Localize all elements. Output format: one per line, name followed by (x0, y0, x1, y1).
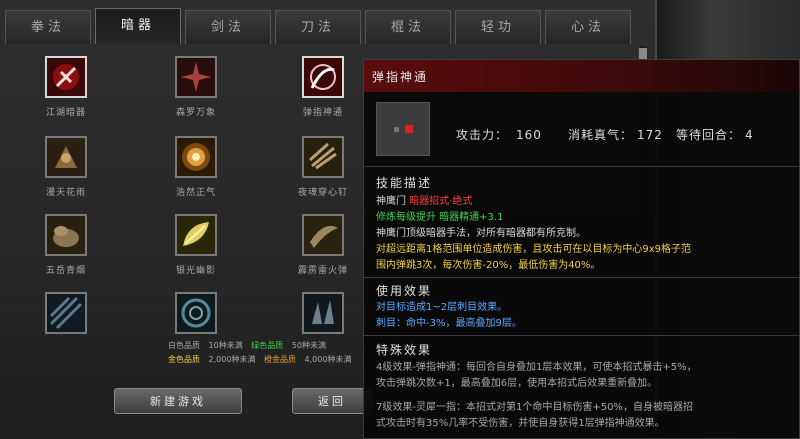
skill-name: 江湖暗器 (45, 108, 86, 118)
skill-item[interactable]: 霹雳雷火弹 (280, 214, 366, 276)
stat-value: 4,000种未满 (304, 355, 352, 364)
tab-inner-art[interactable]: 心法 (545, 10, 631, 44)
skill-item[interactable]: 森罗万象 (153, 56, 239, 118)
tab-sword[interactable]: 剑法 (185, 10, 271, 44)
cost-label: 消耗真气： (568, 128, 634, 142)
skill-item[interactable]: 五岳青烟 (23, 214, 109, 276)
blade-icon (302, 214, 344, 256)
special-effect-1a: 4级效果-弹指神通：每回合自身叠加1层本效果，可使本招式暴击+5%， (376, 362, 697, 373)
wait-value: 4 (745, 128, 754, 142)
skill-name: 弹指神通 (302, 108, 343, 118)
skill-item[interactable]: 银光幽影 (153, 214, 239, 276)
tab-hidden-weapon[interactable]: 暗器 (95, 8, 181, 44)
desc-school: 神鹰门 (376, 196, 406, 207)
skill-name: 五岳青烟 (45, 266, 86, 276)
use-effect-2: 刺目：命中-3%，最高叠加9层。 (376, 318, 522, 329)
shards-icon (302, 292, 344, 334)
flower-rain-icon (45, 136, 87, 178)
caster-marker (394, 127, 399, 132)
divider (364, 277, 799, 278)
tab-blade[interactable]: 刀法 (275, 10, 361, 44)
attack-value: 160 (516, 128, 542, 142)
wait-stat: 等待回合： 4 (676, 126, 754, 143)
use-header: 使用效果 (376, 284, 433, 298)
skill-item[interactable] (280, 292, 366, 334)
target-marker (405, 125, 413, 133)
divider (364, 335, 799, 336)
divider (364, 166, 799, 167)
golden-leaf-icon (175, 214, 217, 256)
tab-staff[interactable]: 棍法 (365, 10, 451, 44)
back-button[interactable]: 返回 (292, 388, 372, 414)
skill-name: 漫天花雨 (45, 188, 86, 198)
cost-value: 172 (637, 128, 663, 142)
special-effect-2b: 式攻击时有35%几率不受伤害，并使自身获得1层弹指神通效果。 (376, 418, 665, 429)
tab-fist[interactable]: 拳法 (5, 10, 91, 44)
tooltip-title: 弹指神通 (372, 70, 429, 84)
spiral-icon (175, 292, 217, 334)
stat-label: 橙金品质 (264, 355, 296, 364)
skill-item[interactable]: 夜魂穿心钉 (280, 136, 366, 198)
attack-label: 攻击力： (456, 128, 509, 142)
desc-type: 暗器招式·绝式 (409, 196, 473, 207)
desc-school-line: 神鹰门 暗器招式·绝式 (376, 194, 472, 210)
feather-red-icon (45, 56, 87, 98)
desc-effect-2: 围内弹跳3次，每次伤害-20%，最低伤害为40%。 (376, 260, 601, 271)
quality-stats: 白色品质 10种未满 绿色品质 50种未满 金色品质 2,000种未满 橙金品质… (168, 339, 357, 367)
smoke-icon (45, 214, 87, 256)
skill-item[interactable]: 弹指神通 (280, 56, 366, 118)
skill-item[interactable]: 浩然正气 (153, 136, 239, 198)
stat-label: 绿色品质 (251, 341, 284, 350)
skill-item[interactable] (153, 292, 239, 334)
range-grid-icon (376, 102, 430, 156)
skill-name: 森罗万象 (175, 108, 216, 118)
skill-name: 浩然正气 (175, 188, 216, 198)
stat-label: 金色品质 (168, 355, 200, 364)
skill-tooltip: 弹指神通 攻击力： 160 消耗真气： 172 等待回合： 4 技能描述 神鹰门 暗器… (363, 59, 800, 439)
tab-lightness[interactable]: 轻功 (455, 10, 541, 44)
skill-item[interactable] (23, 292, 109, 334)
use-effect-1: 对目标造成1~2层刺目效果。 (376, 302, 508, 313)
finger-flick-icon (302, 56, 344, 98)
special-effect-2a: 7级效果-灵犀一指：本招式对第1个命中目标伤害+50%，自身被暗器招 (376, 402, 693, 413)
skill-name: 银光幽影 (175, 266, 216, 276)
arrow-spikes-icon (302, 136, 344, 178)
skill-name: 夜魂穿心钉 (297, 188, 348, 198)
special-header: 特殊效果 (376, 343, 433, 357)
stat-value: 10种未满 (208, 341, 243, 350)
cost-stat: 消耗真气： 172 (568, 126, 663, 143)
skill-item[interactable]: 江湖暗器 (23, 56, 109, 118)
golden-sun-icon (175, 136, 217, 178)
special-effect-1b: 攻击弹跳次数+1，最高叠加6层，使用本招式后效果重新叠加。 (376, 378, 658, 389)
sunburst-red-icon (175, 56, 217, 98)
tab-bar: 拳法 暗器 剑法 刀法 棍法 轻功 心法 (0, 8, 650, 44)
new-game-button[interactable]: 新建游戏 (114, 388, 242, 414)
stat-value: 2,000种未满 (208, 355, 256, 364)
skill-name: 霹雳雷火弹 (297, 266, 348, 276)
desc-effect-1: 对超远距离1格范围单位造成伤害，且攻击可在以目标为中心9x9格子范 (376, 244, 692, 255)
desc-text: 神鹰门顶级暗器手法，对所有暗器都有所克制。 (376, 228, 586, 239)
stat-label: 白色品质 (168, 341, 200, 350)
skill-item[interactable]: 漫天花雨 (23, 136, 109, 198)
streak-icon (45, 292, 87, 334)
tooltip-header: 弹指神通 (364, 60, 799, 92)
wait-label: 等待回合： (676, 128, 742, 142)
attack-stat: 攻击力： 160 (456, 126, 542, 143)
desc-header: 技能描述 (376, 176, 433, 190)
desc-levelup: 修炼每级提升 暗器精通+3.1 (376, 212, 504, 223)
stat-value: 50种未满 (291, 341, 327, 350)
